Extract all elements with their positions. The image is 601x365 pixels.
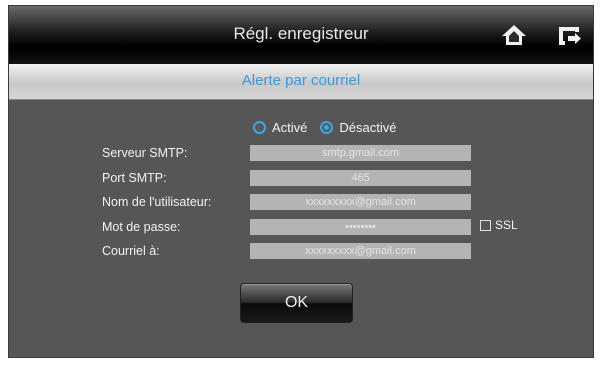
username-label: Nom de l'utilisateur: <box>102 195 212 209</box>
ssl-option[interactable]: SSL <box>480 218 518 232</box>
username-input[interactable] <box>250 194 471 210</box>
radio-enabled-indicator[interactable] <box>253 120 266 134</box>
password-label: Mot de passe: <box>102 220 181 234</box>
ok-button-label: OK <box>284 294 309 311</box>
status-radio-group: Activé Désactivé <box>253 117 409 137</box>
ok-button[interactable]: OK <box>240 283 353 323</box>
smtp-server-label: Serveur SMTP: <box>102 146 188 160</box>
recipient-label: Courriel à: <box>102 244 160 258</box>
radio-enabled[interactable]: Activé <box>253 120 307 135</box>
smtp-port-input[interactable] <box>250 170 471 186</box>
ssl-label: SSL <box>495 218 518 232</box>
home-icon[interactable] <box>499 20 529 50</box>
section-header: Alerte par courriel <box>9 64 593 100</box>
radio-disabled[interactable]: Désactivé <box>320 120 396 135</box>
radio-enabled-label: Activé <box>272 119 308 135</box>
password-input[interactable] <box>250 219 471 235</box>
recipient-input[interactable] <box>250 243 471 259</box>
smtp-port-label: Port SMTP: <box>102 171 167 185</box>
radio-disabled-indicator[interactable] <box>320 120 334 134</box>
smtp-server-input[interactable] <box>250 145 471 161</box>
return-icon[interactable] <box>554 20 584 50</box>
section-title: Alerte par courriel <box>241 72 361 89</box>
ssl-checkbox[interactable] <box>480 219 491 231</box>
title-bar: Régl. enregistreur <box>9 6 593 64</box>
radio-disabled-label: Désactivé <box>339 119 397 135</box>
